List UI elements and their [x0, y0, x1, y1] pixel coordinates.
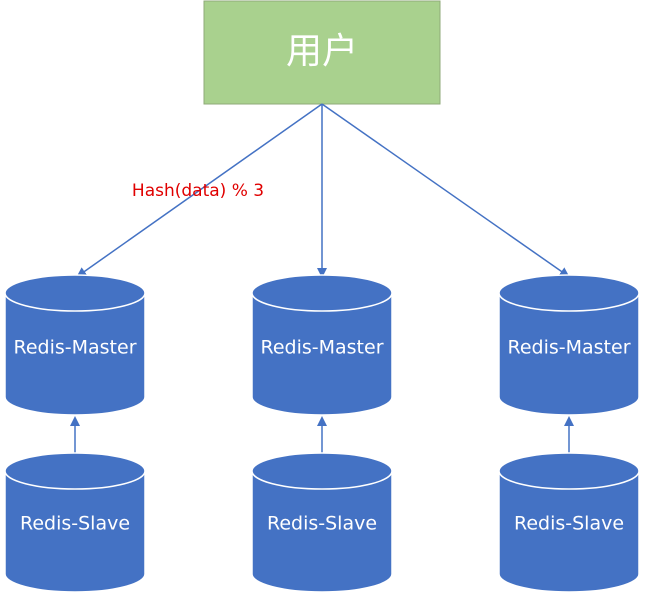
redis-sharding-diagram: 用户 Hash(data) % 3 Redis-Master Redis-Sla… [4, 0, 640, 593]
master-label: Redis-Master [13, 337, 136, 359]
user-node: 用户 [203, 0, 441, 105]
hash-label: Hash(data) % 3 [132, 181, 264, 201]
slave-label: Redis-Slave [514, 513, 624, 535]
slave-cylinder-1: Redis-Slave [4, 452, 146, 593]
arrow-to-master-3 [321, 103, 570, 278]
master-cylinder-top [4, 274, 146, 312]
slave-cylinder-3: Redis-Slave [498, 452, 640, 593]
master-cylinder-top [498, 274, 640, 312]
slave-cylinder-top [4, 452, 146, 490]
master-cylinder-2: Redis-Master [251, 274, 393, 416]
node-column-2: Redis-Master Redis-Slave [251, 274, 393, 593]
node-columns: Redis-Master Redis-Slave Redis-Master Re… [4, 274, 640, 593]
slave-cylinder-top [251, 452, 393, 490]
master-label: Redis-Master [507, 337, 630, 359]
node-column-1: Redis-Master Redis-Slave [4, 274, 146, 593]
slave-label: Redis-Slave [267, 513, 377, 535]
node-column-3: Redis-Master Redis-Slave [498, 274, 640, 593]
slave-label: Redis-Slave [20, 513, 130, 535]
slave-cylinder-2: Redis-Slave [251, 452, 393, 593]
master-cylinder-1: Redis-Master [4, 274, 146, 416]
master-cylinder-top [251, 274, 393, 312]
slave-cylinder-top [498, 452, 640, 490]
user-label: 用户 [286, 31, 358, 72]
master-cylinder-3: Redis-Master [498, 274, 640, 416]
master-label: Redis-Master [260, 337, 383, 359]
